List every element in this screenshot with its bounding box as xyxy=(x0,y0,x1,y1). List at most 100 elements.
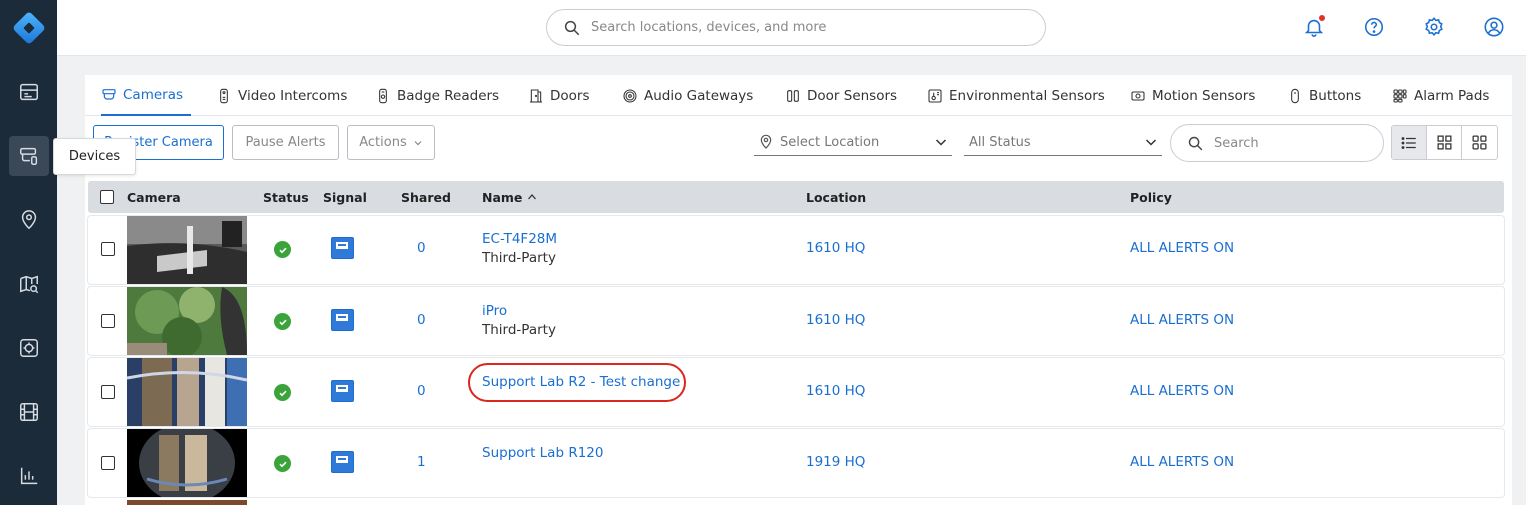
location-pin-icon xyxy=(760,134,772,149)
account-button[interactable] xyxy=(1482,15,1506,39)
row-checkbox[interactable] xyxy=(101,456,115,470)
policy-link[interactable]: ALL ALERTS ON xyxy=(1130,312,1234,328)
location-select[interactable]: Select Location xyxy=(754,129,952,156)
policy-link[interactable]: ALL ALERTS ON xyxy=(1130,383,1234,399)
camera-name-link[interactable]: Support Lab R120 xyxy=(482,445,603,461)
highlight-annotation xyxy=(468,363,686,402)
badge-reader-icon xyxy=(379,88,387,103)
camera-icon xyxy=(102,88,116,100)
camera-type: Third-Party xyxy=(482,250,556,266)
camera-thumbnail[interactable] xyxy=(127,429,247,497)
camera-search-input[interactable] xyxy=(1214,135,1364,151)
row-checkbox[interactable] xyxy=(101,385,115,399)
status-online-icon xyxy=(274,241,291,258)
location-link[interactable]: 1610 HQ xyxy=(806,312,865,328)
column-shared[interactable]: Shared xyxy=(401,190,451,205)
sidebar-item-maps[interactable] xyxy=(9,264,49,304)
chevron-down-icon xyxy=(935,139,947,146)
column-location[interactable]: Location xyxy=(806,190,866,205)
environmental-sensor-icon xyxy=(928,88,942,103)
tab-doors[interactable]: Doors xyxy=(528,75,590,116)
shared-count[interactable]: 1 xyxy=(417,454,426,470)
policy-link[interactable]: ALL ALERTS ON xyxy=(1130,454,1234,470)
column-signal[interactable]: Signal xyxy=(323,190,367,205)
sidebar-item-analytics[interactable] xyxy=(9,456,49,496)
table-row[interactable]: 0 Support Lab R2 - Test change 1610 HQ A… xyxy=(88,358,1504,426)
tab-alarm-pads[interactable]: Alarm Pads xyxy=(1392,75,1489,116)
user-avatar-icon xyxy=(1484,17,1504,37)
analytics-icon xyxy=(20,467,38,485)
tab-door-sensors[interactable]: Door Sensors xyxy=(785,75,897,116)
tile-view-button[interactable] xyxy=(1462,126,1497,159)
shared-count[interactable]: 0 xyxy=(417,240,426,256)
table-row[interactable]: 0 iPro Third-Party 1610 HQ ALL ALERTS ON xyxy=(88,287,1504,355)
list-view-button[interactable] xyxy=(1392,126,1428,159)
sidebar-item-access[interactable] xyxy=(9,328,49,368)
column-name[interactable]: Name xyxy=(482,190,537,205)
camera-name-link[interactable]: EC-T4F28M xyxy=(482,231,557,247)
chevron-down-icon xyxy=(1145,139,1157,146)
select-all-checkbox[interactable] xyxy=(100,190,114,204)
table-row[interactable]: 0 EC-T4F28M Third-Party 1610 HQ ALL ALER… xyxy=(88,216,1504,284)
row-checkbox[interactable] xyxy=(101,242,115,256)
location-pin-icon xyxy=(21,210,37,230)
column-camera[interactable]: Camera xyxy=(127,190,181,205)
grid-view-button[interactable] xyxy=(1427,126,1463,159)
global-search[interactable] xyxy=(546,9,1046,46)
table-row-partial xyxy=(88,500,1504,505)
status-select[interactable]: All Status xyxy=(964,129,1162,156)
location-link[interactable]: 1610 HQ xyxy=(806,240,865,256)
shared-count[interactable]: 0 xyxy=(417,312,426,328)
tab-buttons[interactable]: Buttons xyxy=(1287,75,1361,116)
door-sensor-icon xyxy=(787,89,799,102)
alarm-pad-icon xyxy=(1393,88,1407,103)
sidebar-item-devices[interactable] xyxy=(9,136,49,176)
tab-audio-gateways[interactable]: Audio Gateways xyxy=(622,75,753,116)
sidebar-item-archives[interactable] xyxy=(9,392,49,432)
row-checkbox[interactable] xyxy=(101,314,115,328)
door-icon xyxy=(530,88,542,103)
intercom-icon xyxy=(220,88,228,103)
location-link[interactable]: 1919 HQ xyxy=(806,454,865,470)
gear-icon xyxy=(1425,17,1443,36)
actions-button[interactable]: Actions xyxy=(347,125,435,160)
sidebar xyxy=(0,0,57,505)
dashboard-icon xyxy=(20,83,38,101)
help-icon xyxy=(1364,17,1384,37)
policy-link[interactable]: ALL ALERTS ON xyxy=(1130,240,1234,256)
camera-thumbnail[interactable] xyxy=(127,216,247,284)
ethernet-icon xyxy=(331,237,354,259)
status-online-icon xyxy=(274,455,291,472)
camera-type: Third-Party xyxy=(482,322,556,338)
access-icon xyxy=(20,339,38,357)
tab-video-intercoms[interactable]: Video Intercoms xyxy=(216,75,347,116)
camera-thumbnail[interactable] xyxy=(127,358,247,426)
notifications-button[interactable] xyxy=(1302,15,1326,39)
device-type-tabs: Cameras Video Intercoms Badge Readers Do… xyxy=(85,75,1512,116)
shared-count[interactable]: 0 xyxy=(417,383,426,399)
help-button[interactable] xyxy=(1362,15,1386,39)
camera-thumbnail xyxy=(127,500,247,505)
table-header: Camera Status Signal Shared Name Locatio… xyxy=(88,181,1504,213)
column-status[interactable]: Status xyxy=(263,190,309,205)
pause-alerts-button[interactable]: Pause Alerts xyxy=(232,125,339,160)
tab-badge-readers[interactable]: Badge Readers xyxy=(375,75,499,116)
table-row[interactable]: 1 Support Lab R120 1919 HQ ALL ALERTS ON xyxy=(88,429,1504,497)
tab-cameras[interactable]: Cameras xyxy=(101,75,192,116)
sort-ascending-icon xyxy=(527,194,536,200)
sidebar-item-locations[interactable] xyxy=(9,200,49,240)
search-icon xyxy=(1188,136,1203,150)
camera-search[interactable] xyxy=(1170,124,1384,162)
tab-environmental-sensors[interactable]: Environmental Sensors xyxy=(927,75,1105,116)
tab-motion-sensors[interactable]: Motion Sensors xyxy=(1130,75,1255,116)
global-search-input[interactable] xyxy=(591,20,1011,35)
column-policy[interactable]: Policy xyxy=(1130,190,1172,205)
camera-thumbnail[interactable] xyxy=(127,287,247,355)
sidebar-item-dashboard[interactable] xyxy=(9,72,49,112)
location-link[interactable]: 1610 HQ xyxy=(806,383,865,399)
audio-gateway-icon xyxy=(623,88,637,103)
settings-button[interactable] xyxy=(1422,15,1446,39)
camera-name-link[interactable]: iPro xyxy=(482,303,507,319)
app-logo[interactable] xyxy=(0,0,57,56)
ethernet-icon xyxy=(331,309,354,331)
